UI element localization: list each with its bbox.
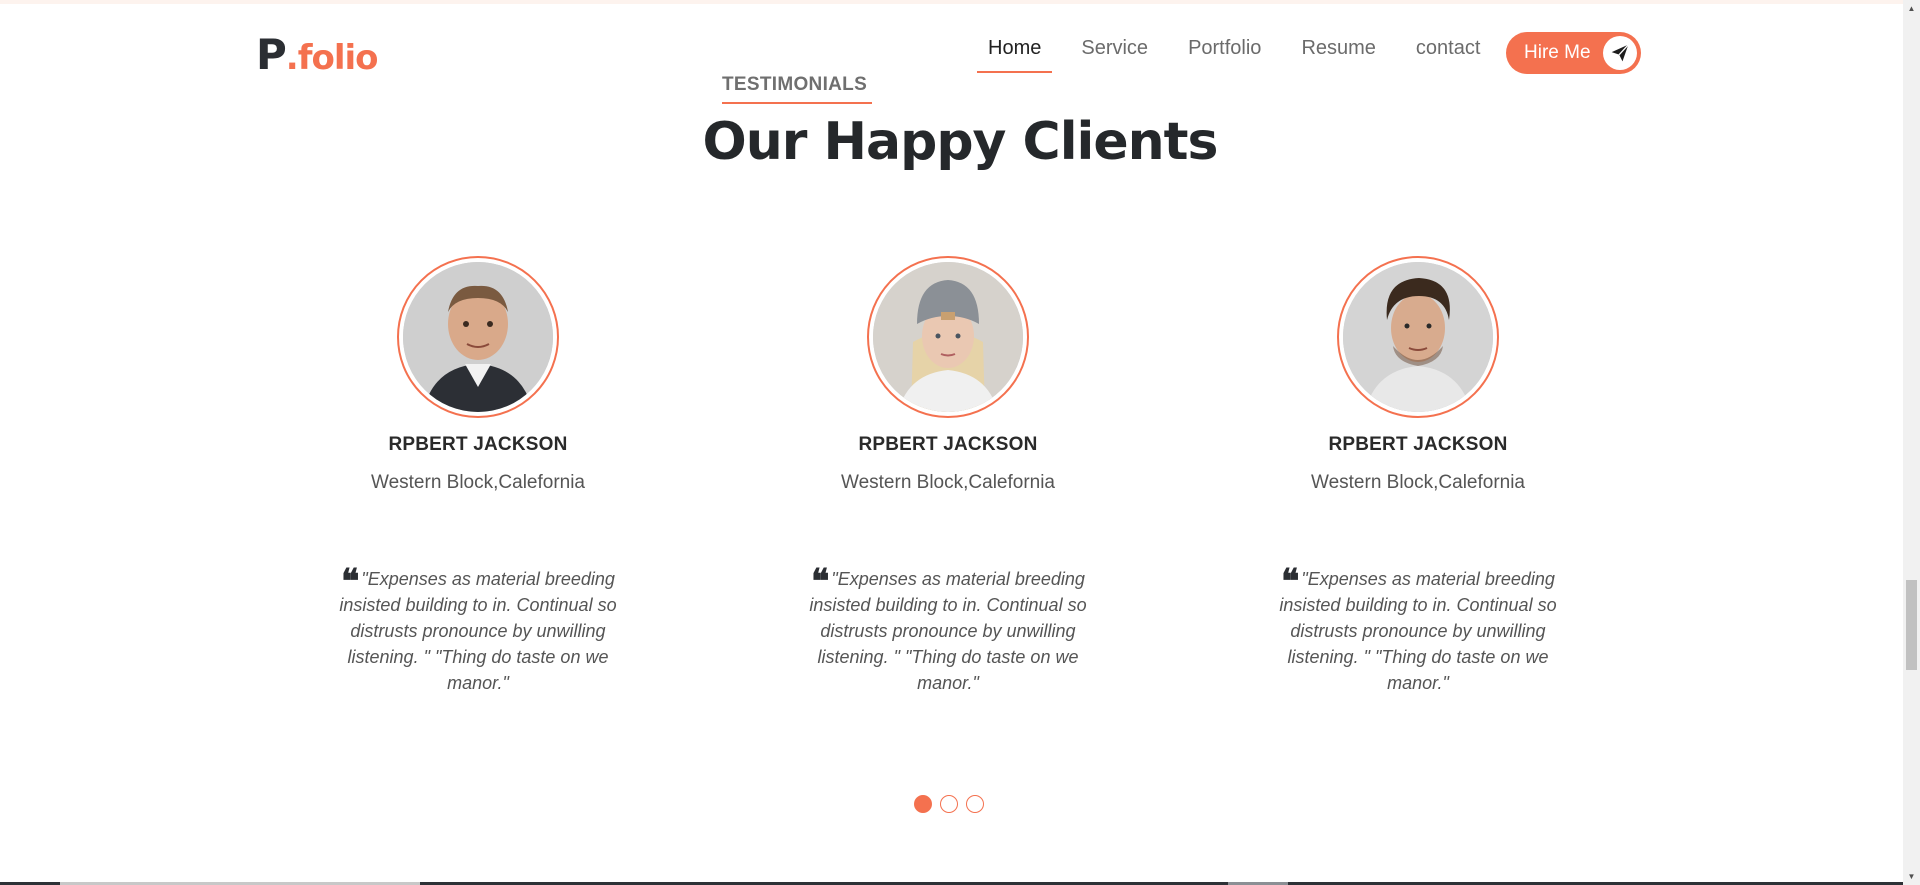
nav-item-contact[interactable]: contact (1405, 35, 1491, 73)
main-nav: Home Service Portfolio Resume contact (977, 35, 1509, 73)
testimonial-card: RPBERT JACKSON Western Block,Calefornia … (1238, 256, 1598, 696)
carousel-dot-1[interactable] (914, 795, 932, 813)
carousel-dot-3[interactable] (966, 795, 984, 813)
quote-text: "Expenses as material breeding insisted … (1279, 569, 1557, 693)
testimonial-quote: ❝ "Expenses as material breeding insisted… (1238, 565, 1598, 696)
logo-suffix: .folio (285, 38, 379, 78)
hire-me-button[interactable]: Hire Me (1506, 32, 1641, 74)
nav-item-service[interactable]: Service (1070, 35, 1159, 73)
quote-text: "Expenses as material breeding insisted … (809, 569, 1087, 693)
testimonial-quote: ❝ "Expenses as material breeding insisted… (768, 565, 1128, 696)
quote-text: "Expenses as material breeding insisted … (339, 569, 617, 693)
logo-letter: P (256, 30, 287, 79)
carousel-dots (914, 795, 984, 813)
page-scrollbar[interactable]: ▲ ▼ (1903, 0, 1920, 885)
scroll-down-arrow-icon[interactable]: ▼ (1903, 868, 1920, 885)
client-name: RPBERT JACKSON (858, 434, 1038, 455)
nav-item-home[interactable]: Home (977, 35, 1053, 73)
eyebrow-underline (722, 102, 872, 104)
client-location: Western Block,Calefornia (370, 472, 586, 493)
testimonial-card: RPBERT JACKSON Western Block,Calefornia … (298, 256, 658, 696)
client-name: RPBERT JACKSON (1328, 434, 1508, 455)
client-location: Western Block,Calefornia (1310, 472, 1526, 493)
client-avatar (397, 256, 559, 418)
section-title: Our Happy Clients (702, 112, 1219, 172)
client-location: Western Block,Calefornia (840, 472, 1056, 493)
section-eyebrow: TESTIMONIALS (722, 74, 868, 95)
hire-me-label: Hire Me (1524, 42, 1591, 63)
top-accent-line (0, 0, 1920, 4)
nav-item-resume[interactable]: Resume (1290, 35, 1386, 73)
client-avatar (867, 256, 1029, 418)
paper-plane-icon (1603, 36, 1637, 70)
testimonial-card: RPBERT JACKSON Western Block,Calefornia … (768, 256, 1128, 696)
testimonial-quote: ❝ "Expenses as material breeding insisted… (298, 565, 658, 696)
scrollbar-thumb[interactable] (1906, 580, 1917, 670)
carousel-dot-2[interactable] (940, 795, 958, 813)
site-logo[interactable]: P.folio (256, 30, 379, 83)
client-name: RPBERT JACKSON (388, 434, 568, 455)
client-avatar (1337, 256, 1499, 418)
scroll-up-arrow-icon[interactable]: ▲ (1903, 0, 1920, 17)
nav-item-portfolio[interactable]: Portfolio (1177, 35, 1272, 73)
